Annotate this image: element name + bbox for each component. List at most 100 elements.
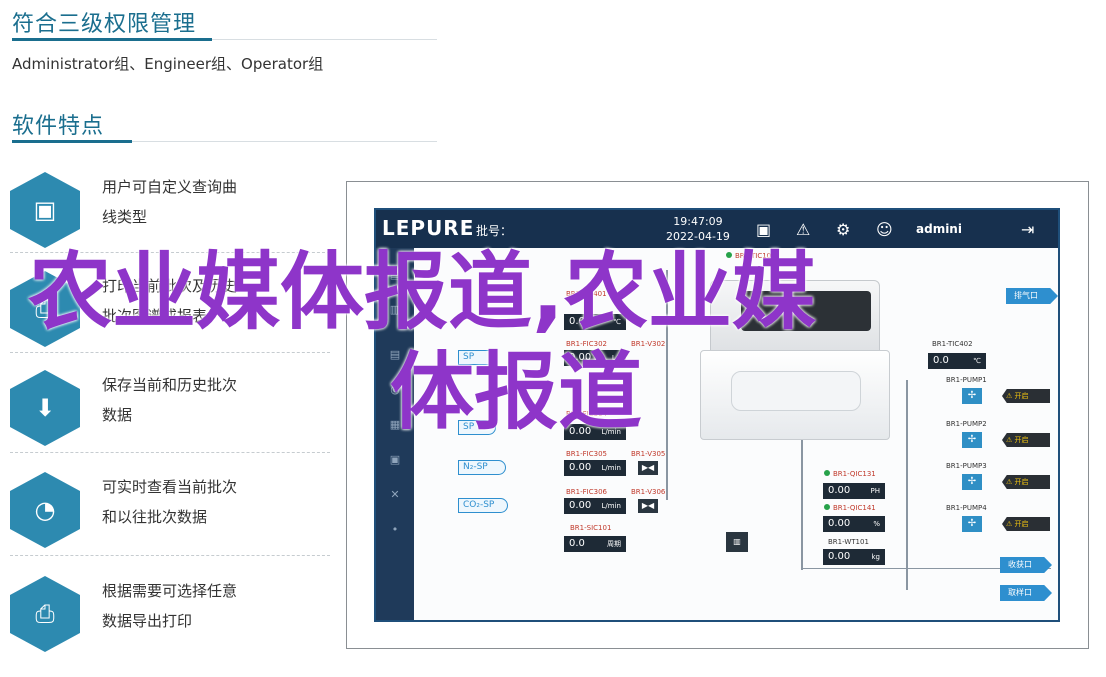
feature-item: ⬇ 保存当前和历史批次 数据: [10, 370, 330, 450]
tag-label: BR1-V306: [631, 488, 666, 496]
value-display: 0.00 L/min: [564, 498, 626, 514]
value-text: 0.00: [828, 518, 851, 529]
feature-item: ⎙ 根据需要可选择任意 数据导出打印: [10, 576, 330, 656]
tag-label: BR1-FIC305: [566, 450, 607, 458]
pump-icon[interactable]: ✢: [962, 474, 982, 490]
section-title-features: 软件特点: [12, 114, 105, 139]
value-unit: ℃: [973, 357, 981, 365]
alarm-bell-icon[interactable]: ⚠: [796, 220, 810, 239]
logout-icon[interactable]: ⇥: [1021, 220, 1034, 239]
watermark-text: 体报道: [390, 343, 643, 441]
dashed-divider: [10, 452, 330, 453]
value-unit: L/min: [601, 464, 621, 472]
value-display: 0.00 PH: [823, 483, 885, 499]
status-dot: [824, 470, 830, 476]
feature-line: 数据导出打印: [102, 612, 193, 630]
section-title-permissions: 符合三级权限管理: [12, 12, 197, 37]
value-text: 0.00: [569, 462, 592, 473]
pump-icon[interactable]: ✢: [962, 388, 982, 404]
pump-icon[interactable]: ✢: [962, 516, 982, 532]
batch-label: 批号：: [476, 224, 513, 238]
warn-text: 开启: [1014, 392, 1029, 400]
value-display: 0.0 周期: [564, 536, 626, 552]
tag-label: BR1-QIC141: [824, 504, 876, 512]
sample-port-button[interactable]: 取样口: [1000, 585, 1052, 601]
value-display: 0.00%: [823, 516, 885, 532]
realtime-chart-icon: ◔: [10, 472, 80, 548]
roles-text: Administrator组、Engineer组、Operator组: [12, 55, 324, 73]
tag-text: BR1-QIC131: [833, 470, 876, 478]
pump-label: BR1-PUMP1: [946, 376, 987, 384]
watermark-text: 农业媒体报道,农业媒: [28, 243, 816, 341]
value-display: 0.00 L/min: [564, 460, 626, 476]
save-document-icon: ⬇: [10, 370, 80, 446]
pump-label: BR1-PUMP4: [946, 504, 987, 512]
warning-indicator: ⚠ 开启: [1002, 517, 1050, 531]
warn-text: 开启: [1014, 478, 1029, 486]
tag-text: BR1-QIC141: [833, 504, 876, 512]
device-body: [700, 350, 890, 440]
dashed-divider: [10, 555, 330, 556]
app-logo: LEPURE: [382, 216, 475, 240]
feature-line: 保存当前和历史批次: [102, 376, 238, 394]
divider-accent: [12, 38, 212, 41]
warning-indicator: ⚠ 开启: [1002, 389, 1050, 403]
pump-label: BR1-PUMP3: [946, 462, 987, 470]
setpoint-box[interactable]: N₂-SP: [458, 460, 506, 475]
value-unit: PH: [870, 487, 881, 495]
setpoint-box[interactable]: CO₂-SP: [458, 498, 508, 513]
warning-indicator: ⚠ 开启: [1002, 475, 1050, 489]
value-unit: %: [873, 520, 880, 528]
warning-indicator: ⚠ 开启: [1002, 433, 1050, 447]
tag-label: BR1-SIC101: [570, 524, 612, 532]
image-icon[interactable]: ▣: [756, 220, 771, 239]
status-dot: [824, 504, 830, 510]
clock-date: 2022-04-19: [666, 230, 730, 243]
user-icon[interactable]: ☺: [876, 220, 893, 239]
value-text: 0.0: [569, 538, 585, 549]
pipe: [906, 380, 908, 590]
feature-item: ◔ 可实时查看当前批次 和以往批次数据: [10, 472, 330, 552]
exhaust-port-button[interactable]: 排气口: [1006, 288, 1058, 304]
pump-label: BR1-PUMP2: [946, 420, 987, 428]
value-unit: kg: [871, 553, 881, 561]
value-display: 0.00 kg: [823, 549, 885, 565]
device-panel: [731, 371, 861, 411]
warn-text: 开启: [1014, 520, 1029, 528]
dashed-divider: [10, 352, 330, 353]
tag-label: BR1-V305: [631, 450, 666, 458]
clock: 19:47:09 2022-04-19: [666, 214, 730, 244]
tag-label: BR1-WT101: [828, 538, 869, 546]
harvest-port-button[interactable]: 收获口: [1000, 557, 1052, 573]
value-text: 0.0: [933, 355, 949, 366]
clock-time: 19:47:09: [673, 215, 723, 228]
value-text: 0.00: [828, 551, 851, 562]
feature-line: 根据需要可选择任意: [102, 582, 238, 600]
feature-line: 数据: [102, 406, 133, 424]
gear-icon[interactable]: ⚙: [836, 220, 850, 239]
feature-line: 用户可自定义查询曲: [102, 178, 238, 196]
valve[interactable]: ▶◀: [638, 499, 658, 513]
tag-label: BR1-TIC402: [932, 340, 973, 348]
pump-icon[interactable]: ✢: [962, 432, 982, 448]
value-unit: L/min: [601, 502, 621, 510]
tag-label: BR1-QIC131: [824, 470, 876, 478]
printer-icon: ⎙: [10, 576, 80, 652]
feature-item: ▣ 用户可自定义查询曲 线类型: [10, 172, 330, 252]
tag-label: BR1-FIC306: [566, 488, 607, 496]
nav-icon[interactable]: •: [388, 523, 402, 537]
value-display: 0.0 ℃: [928, 353, 986, 369]
feature-line: 可实时查看当前批次: [102, 478, 238, 496]
feature-line: 线类型: [102, 208, 148, 226]
value-text: 0.00: [569, 500, 592, 511]
valve[interactable]: ▶◀: [638, 461, 658, 475]
chart-monitor-icon: ▣: [10, 172, 80, 248]
value-unit: 周期: [607, 540, 621, 548]
nav-icon[interactable]: ✕: [388, 488, 402, 502]
divider-accent: [12, 140, 132, 143]
motor-icon[interactable]: ▥: [726, 532, 748, 552]
username[interactable]: admini: [916, 222, 962, 236]
feature-line: 和以往批次数据: [102, 508, 208, 526]
nav-icon[interactable]: ▣: [388, 453, 402, 467]
value-text: 0.00: [828, 485, 851, 496]
